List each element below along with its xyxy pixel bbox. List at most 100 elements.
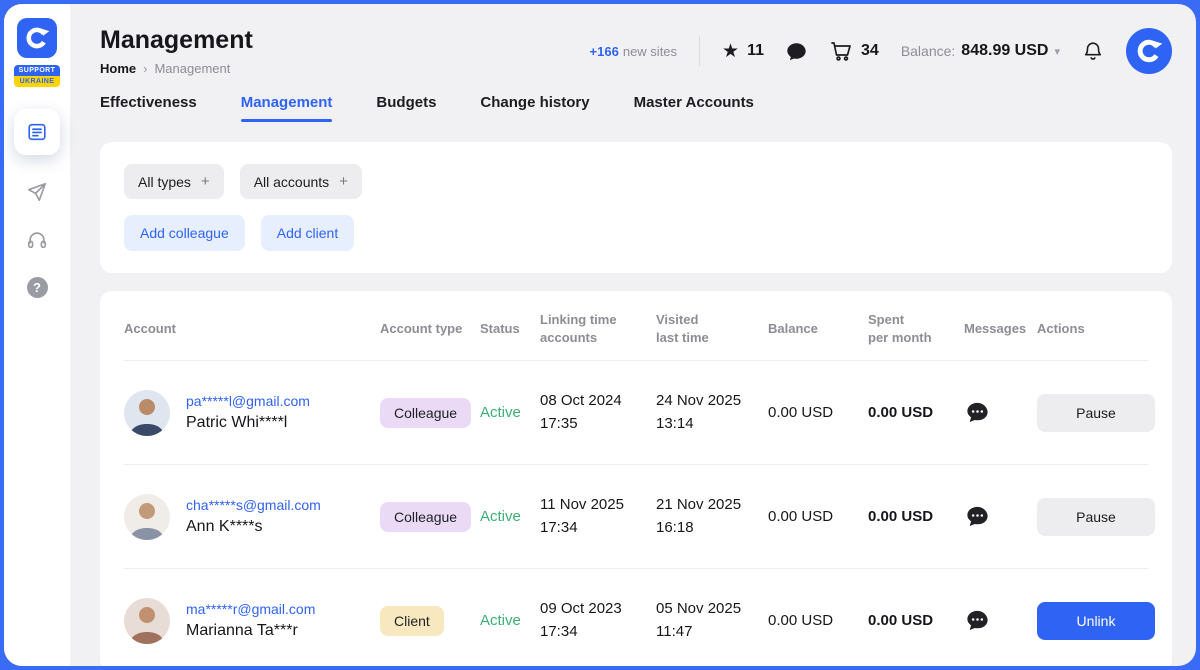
tab-master-accounts[interactable]: Master Accounts xyxy=(634,94,754,122)
actions-cell: Pause xyxy=(1037,394,1156,432)
account-email[interactable]: ma*****r@gmail.com xyxy=(186,601,315,617)
tab-bar: Effectiveness Management Budgets Change … xyxy=(100,94,1172,122)
filter-all-types[interactable]: All types + xyxy=(124,164,224,199)
breadcrumb-separator: › xyxy=(143,61,147,76)
col-balance: Balance xyxy=(768,320,868,338)
chat-button[interactable] xyxy=(786,41,807,62)
account-name: Patric Whi****l xyxy=(186,414,310,432)
visited-cell: 05 Nov 2025 11:47 xyxy=(656,598,768,643)
tab-effectiveness[interactable]: Effectiveness xyxy=(100,94,197,122)
visited-date: 05 Nov 2025 xyxy=(656,598,768,621)
tab-budgets[interactable]: Budgets xyxy=(376,94,436,122)
title-block: Management Home › Management xyxy=(100,26,253,76)
help-icon: ? xyxy=(27,277,48,298)
spent-cell: 0.00 USD xyxy=(868,508,964,525)
visited-time: 13:14 xyxy=(656,413,768,436)
c-arrow-logo-icon xyxy=(24,25,50,51)
message-bubble-icon xyxy=(964,399,991,426)
chat-icon xyxy=(786,41,807,62)
sidebar-item-help[interactable]: ? xyxy=(27,277,48,298)
visited-time: 11:47 xyxy=(656,621,768,644)
sidebar: SUPPORT UKRAINE xyxy=(4,4,70,666)
favorites-button[interactable]: ★ 11 xyxy=(722,42,764,61)
avatar-photo-icon xyxy=(124,494,170,540)
notifications-button[interactable] xyxy=(1082,40,1104,62)
account-email[interactable]: pa*****l@gmail.com xyxy=(186,393,310,409)
table-row: pa*****l@gmail.com Patric Whi****l Colle… xyxy=(124,360,1148,464)
account-type-badge: Colleague xyxy=(380,502,471,532)
accounts-table: Account Account type Status Linking time… xyxy=(100,291,1172,666)
account-type-badge: Client xyxy=(380,606,444,636)
balance-cell: 0.00 USD xyxy=(768,612,868,629)
status-badge: Active xyxy=(480,612,540,629)
account-identity: ma*****r@gmail.com Marianna Ta***r xyxy=(186,601,315,640)
pause-button[interactable]: Pause xyxy=(1037,394,1155,432)
sidebar-item-management[interactable] xyxy=(14,109,60,155)
tab-management[interactable]: Management xyxy=(241,94,333,122)
sidebar-nav: ? xyxy=(14,109,60,298)
tab-change-history[interactable]: Change history xyxy=(480,94,589,122)
col-account-type: Account type xyxy=(380,320,480,338)
messages-cell xyxy=(964,503,1037,530)
account-identity: pa*****l@gmail.com Patric Whi****l xyxy=(186,393,310,432)
sidebar-item-support[interactable] xyxy=(26,229,48,251)
account-type-badge: Colleague xyxy=(380,398,471,428)
breadcrumb-home[interactable]: Home xyxy=(100,61,136,76)
filter-all-types-label: All types xyxy=(138,174,191,190)
c-arrow-avatar-icon xyxy=(1135,37,1163,65)
brand-logo[interactable] xyxy=(17,18,57,58)
account-type-cell: Client xyxy=(380,606,480,636)
favorites-count: 11 xyxy=(747,42,764,60)
account-type-cell: Colleague xyxy=(380,398,480,428)
visited-date: 24 Nov 2025 xyxy=(656,390,768,413)
cart-button[interactable]: 34 xyxy=(829,39,879,63)
visited-date: 21 Nov 2025 xyxy=(656,494,768,517)
new-sites-link[interactable]: +166new sites xyxy=(590,44,678,59)
col-status: Status xyxy=(480,320,540,338)
sidebar-item-messages[interactable] xyxy=(26,181,48,203)
message-button[interactable] xyxy=(964,399,991,426)
add-colleague-button[interactable]: Add colleague xyxy=(124,215,245,251)
filter-all-accounts[interactable]: All accounts + xyxy=(240,164,362,199)
account-type-cell: Colleague xyxy=(380,502,480,532)
support-headset-icon xyxy=(26,229,48,251)
message-bubble-icon xyxy=(964,607,991,634)
status-badge: Active xyxy=(480,404,540,421)
actions-cell: Pause xyxy=(1037,498,1156,536)
messages-cell xyxy=(964,399,1037,426)
row-avatar xyxy=(124,390,170,436)
account-name: Marianna Ta***r xyxy=(186,622,315,640)
message-button[interactable] xyxy=(964,607,991,634)
cart-count: 34 xyxy=(861,42,879,60)
linking-time: 17:35 xyxy=(540,413,656,436)
breadcrumb-current: Management xyxy=(154,61,230,76)
header-divider xyxy=(699,36,700,66)
breadcrumb: Home › Management xyxy=(100,61,253,76)
status-badge: Active xyxy=(480,508,540,525)
account-name: Ann K****s xyxy=(186,518,321,536)
app-window: SUPPORT UKRAINE xyxy=(4,4,1196,666)
account-email[interactable]: cha*****s@gmail.com xyxy=(186,497,321,513)
visited-cell: 24 Nov 2025 13:14 xyxy=(656,390,768,435)
message-button[interactable] xyxy=(964,503,991,530)
table-row: cha*****s@gmail.com Ann K****s Colleague… xyxy=(124,464,1148,568)
linking-date: 11 Nov 2025 xyxy=(540,494,656,517)
plus-icon: + xyxy=(201,173,210,190)
balance-cell: 0.00 USD xyxy=(768,404,868,421)
new-sites-label: new sites xyxy=(623,44,677,59)
linking-time-cell: 11 Nov 2025 17:34 xyxy=(540,494,656,539)
main-content: Management Home › Management +166new sit… xyxy=(70,4,1196,666)
table-header-row: Account Account type Status Linking time… xyxy=(124,291,1148,360)
col-visited: Visited last time xyxy=(656,311,768,346)
balance-value: 848.99 USD xyxy=(961,42,1048,60)
user-avatar[interactable] xyxy=(1126,28,1172,74)
plus-icon: + xyxy=(339,173,348,190)
linking-time-cell: 08 Oct 2024 17:35 xyxy=(540,390,656,435)
add-client-button[interactable]: Add client xyxy=(261,215,354,251)
unlink-button[interactable]: Unlink xyxy=(1037,602,1155,640)
cart-icon xyxy=(829,39,853,63)
support-badge-top: SUPPORT xyxy=(14,65,60,76)
balance-dropdown[interactable]: Balance: 848.99 USD ▾ xyxy=(901,42,1060,60)
balance-label: Balance: xyxy=(901,43,955,59)
pause-button[interactable]: Pause xyxy=(1037,498,1155,536)
